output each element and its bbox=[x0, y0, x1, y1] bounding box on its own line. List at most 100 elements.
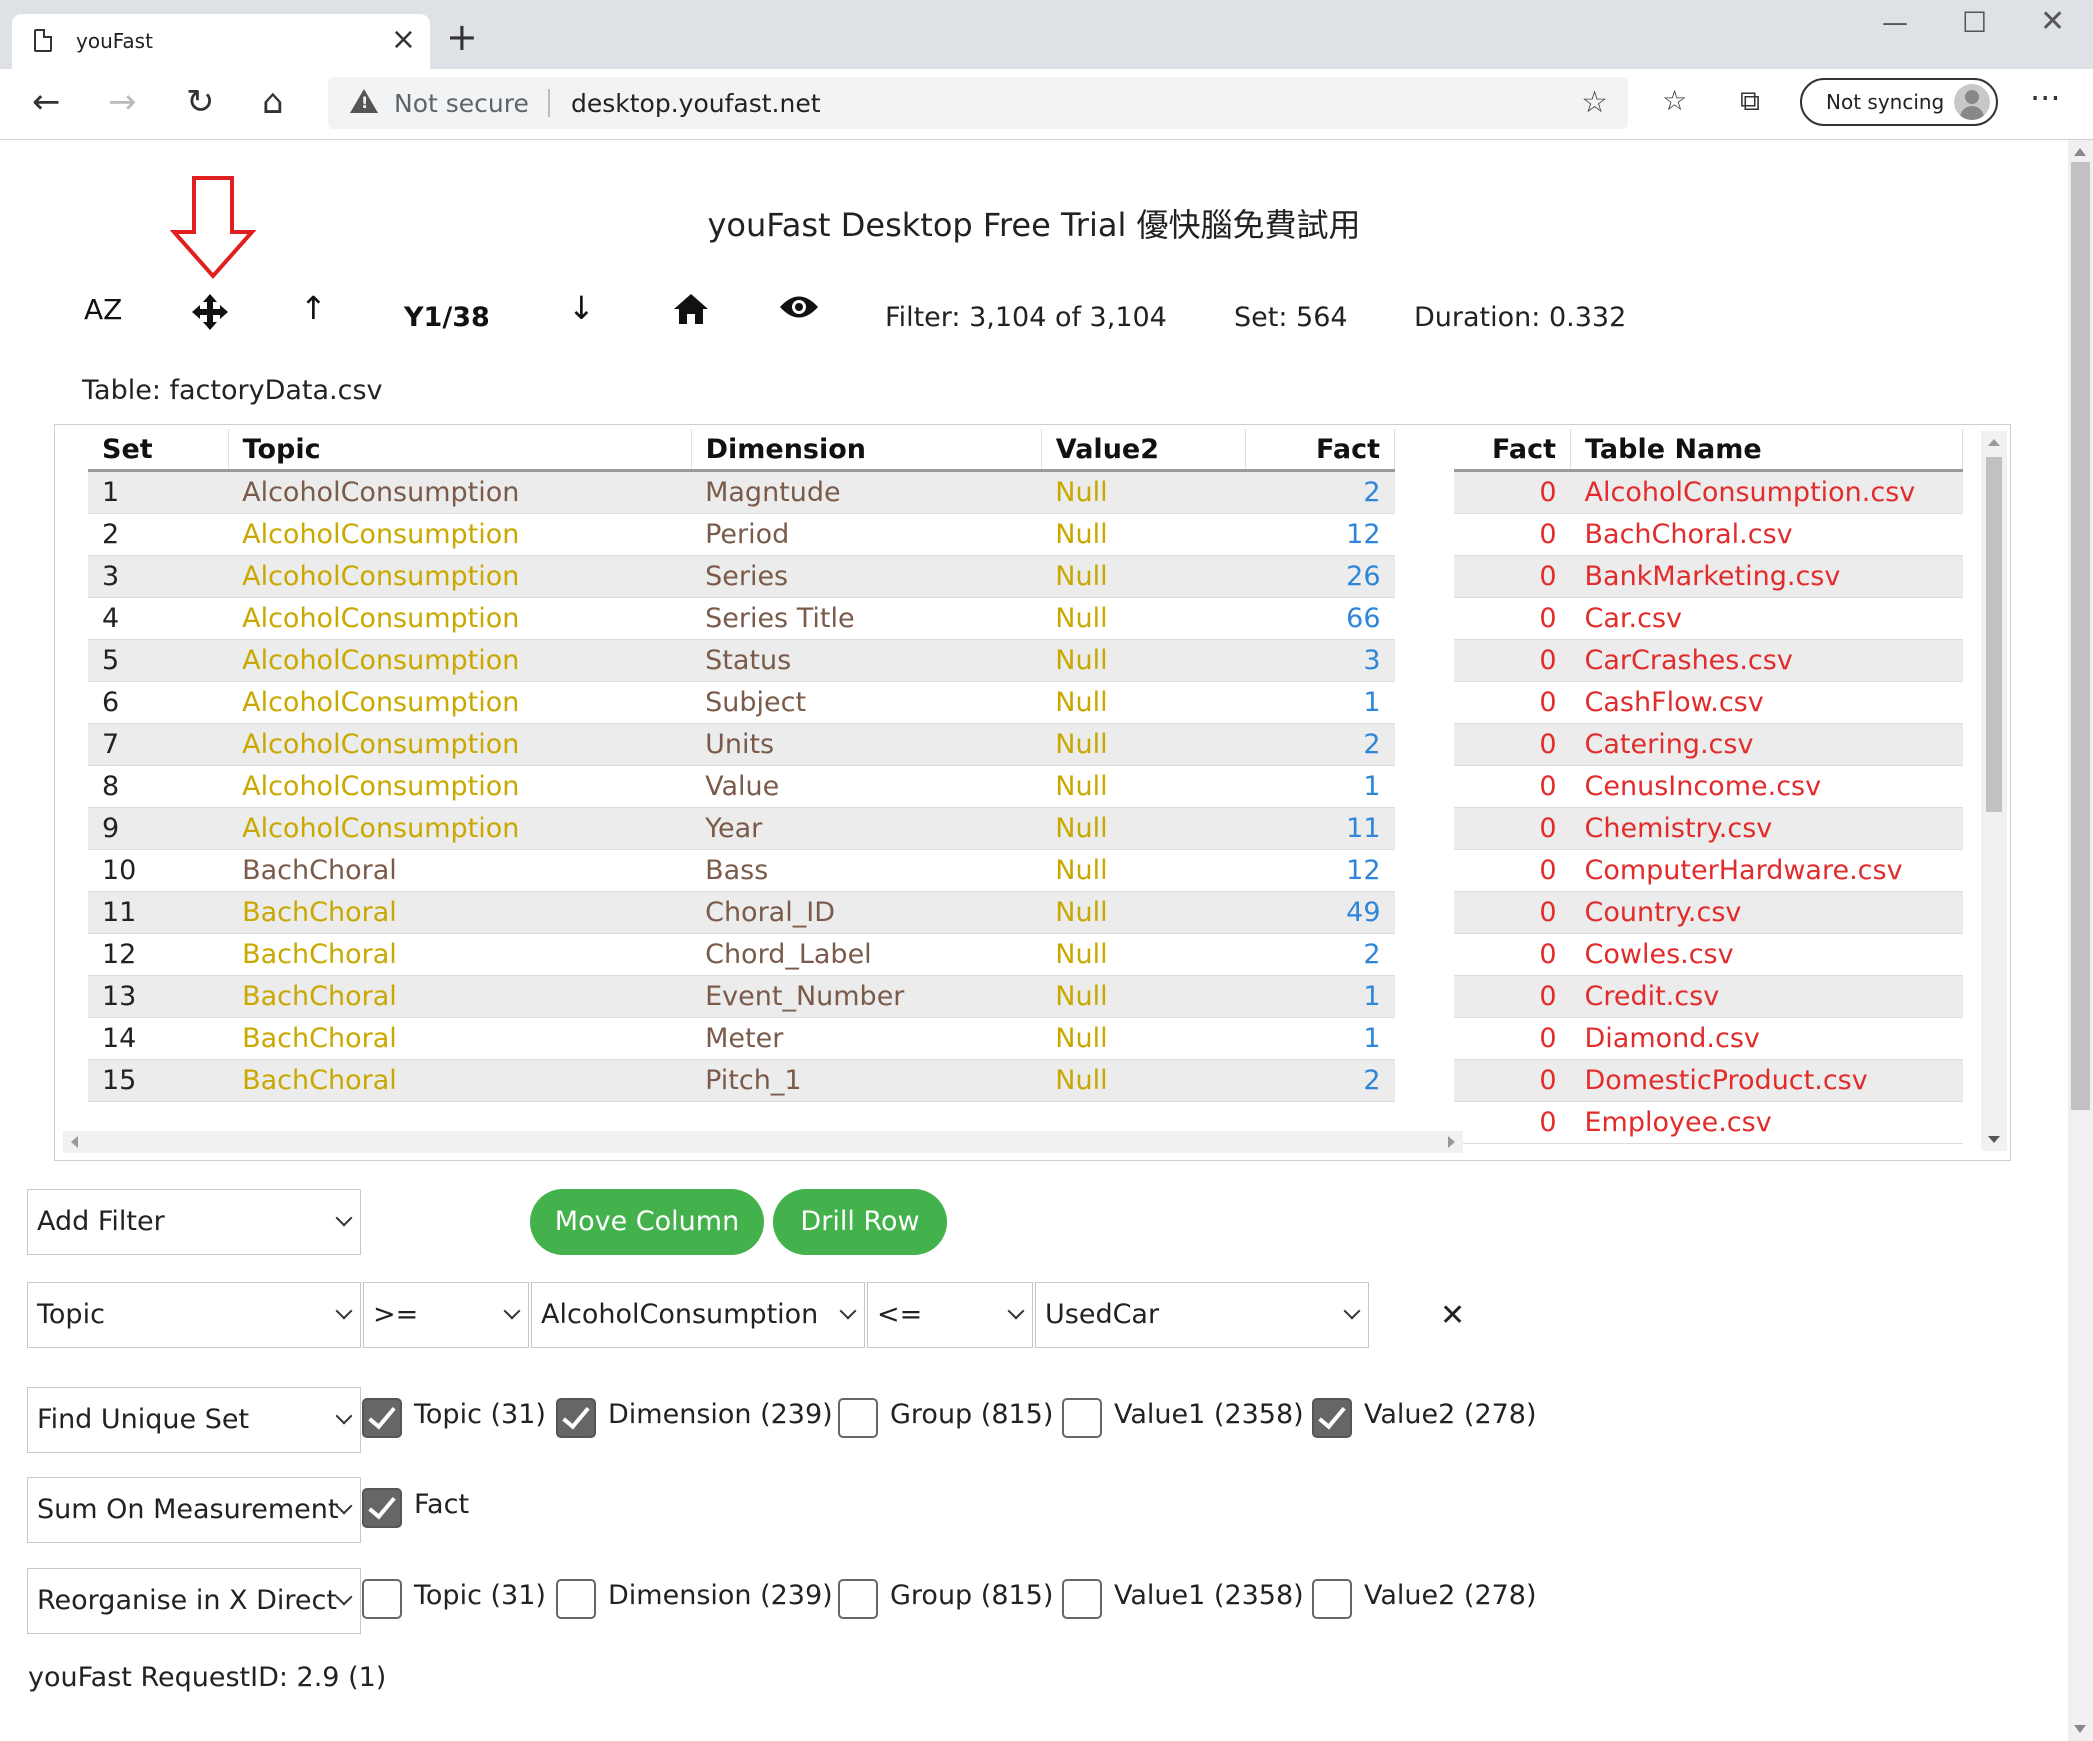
scroll-up-icon[interactable] bbox=[1988, 439, 2000, 446]
cell-fact[interactable]: 2 bbox=[1245, 723, 1395, 766]
checkbox-label[interactable]: Fact bbox=[414, 1489, 469, 1520]
scroll-down-icon[interactable] bbox=[2074, 1725, 2086, 1733]
cell-set[interactable]: 13 bbox=[88, 975, 229, 1018]
cell-fact[interactable]: 2 bbox=[1245, 1059, 1395, 1102]
browser-tab[interactable]: youFast × bbox=[12, 14, 430, 69]
cell-fact[interactable]: 0 bbox=[1454, 513, 1571, 556]
sort-az-icon[interactable]: AZ bbox=[84, 296, 122, 324]
checkbox-label[interactable]: Dimension (239) bbox=[608, 1580, 833, 1611]
scrollbar-thumb[interactable] bbox=[1986, 457, 2002, 812]
cell-dimension[interactable]: Year bbox=[691, 807, 1042, 850]
cell-table-name[interactable]: Credit.csv bbox=[1570, 975, 1963, 1018]
cell-dimension[interactable]: Series bbox=[691, 555, 1042, 598]
table-row[interactable]: 0 Credit.csv bbox=[1454, 975, 1963, 1018]
table-row[interactable]: 0 BachChoral.csv bbox=[1454, 513, 1963, 556]
cell-value2[interactable]: Null bbox=[1041, 1017, 1246, 1060]
cell-fact[interactable]: 26 bbox=[1245, 555, 1395, 598]
cell-set[interactable]: 1 bbox=[88, 470, 229, 514]
cell-table-name[interactable]: Car.csv bbox=[1570, 597, 1963, 640]
table-row[interactable]: 4 AlcoholConsumption Series Title Null 66 bbox=[88, 597, 1395, 640]
table-row[interactable]: 0 BankMarketing.csv bbox=[1454, 555, 1963, 598]
table-row[interactable]: 0 Diamond.csv bbox=[1454, 1017, 1963, 1060]
table-row[interactable]: 0 DomesticProduct.csv bbox=[1454, 1059, 1963, 1102]
cell-dimension[interactable]: Meter bbox=[691, 1017, 1042, 1060]
table-row[interactable]: 8 AlcoholConsumption Value Null 1 bbox=[88, 765, 1395, 808]
cell-topic[interactable]: BachChoral bbox=[228, 975, 692, 1018]
more-menu-icon[interactable]: ··· bbox=[2030, 79, 2061, 117]
operator-from-select[interactable]: >= bbox=[363, 1282, 529, 1348]
minimize-icon[interactable]: — bbox=[1882, 8, 1908, 38]
table-row[interactable]: 6 AlcoholConsumption Subject Null 1 bbox=[88, 681, 1395, 724]
cell-value2[interactable]: Null bbox=[1041, 513, 1246, 556]
cell-dimension[interactable]: Units bbox=[691, 723, 1042, 766]
checkbox[interactable] bbox=[1312, 1579, 1352, 1619]
cell-table-name[interactable]: Cowles.csv bbox=[1570, 933, 1963, 976]
cell-dimension[interactable]: Period bbox=[691, 513, 1042, 556]
checkbox-label[interactable]: Dimension (239) bbox=[608, 1399, 833, 1430]
cell-fact[interactable]: 0 bbox=[1454, 470, 1571, 514]
cell-value2[interactable]: Null bbox=[1041, 975, 1246, 1018]
checkbox[interactable] bbox=[362, 1398, 402, 1438]
cell-fact[interactable]: 0 bbox=[1454, 975, 1571, 1018]
checkbox-label[interactable]: Value2 (278) bbox=[1364, 1580, 1537, 1611]
cell-table-name[interactable]: CashFlow.csv bbox=[1570, 681, 1963, 724]
cell-value2[interactable]: Null bbox=[1041, 933, 1246, 976]
cell-table-name[interactable]: AlcoholConsumption.csv bbox=[1570, 470, 1963, 514]
cell-dimension[interactable]: Subject bbox=[691, 681, 1042, 724]
cell-topic[interactable]: AlcoholConsumption bbox=[228, 681, 692, 724]
cell-table-name[interactable]: DomesticProduct.csv bbox=[1570, 1059, 1963, 1102]
column-header-fact[interactable]: Fact bbox=[1454, 429, 1571, 472]
profile-sync-button[interactable]: Not syncing bbox=[1800, 78, 1998, 126]
table-row[interactable]: 0 ComputerHardware.csv bbox=[1454, 849, 1963, 892]
checkbox-label[interactable]: Group (815) bbox=[890, 1580, 1053, 1611]
forward-icon[interactable]: → bbox=[108, 85, 137, 119]
remove-filter-icon[interactable]: ✕ bbox=[1440, 1298, 1465, 1333]
maximize-icon[interactable]: ☐ bbox=[1962, 6, 1987, 39]
checkbox[interactable] bbox=[556, 1398, 596, 1438]
table-row[interactable]: 0 Country.csv bbox=[1454, 891, 1963, 934]
cell-fact[interactable]: 0 bbox=[1454, 555, 1571, 598]
cell-dimension[interactable]: Value bbox=[691, 765, 1042, 808]
checkbox[interactable] bbox=[556, 1579, 596, 1619]
cell-topic[interactable]: AlcoholConsumption bbox=[228, 555, 692, 598]
cell-fact[interactable]: 0 bbox=[1454, 681, 1571, 724]
cell-value2[interactable]: Null bbox=[1041, 807, 1246, 850]
cell-table-name[interactable]: BachChoral.csv bbox=[1570, 513, 1963, 556]
column-header-table-name[interactable]: Table Name bbox=[1570, 429, 1963, 472]
cell-value2[interactable]: Null bbox=[1041, 681, 1246, 724]
cell-dimension[interactable]: Bass bbox=[691, 849, 1042, 892]
cell-fact[interactable]: 11 bbox=[1245, 807, 1395, 850]
scroll-up-icon[interactable] bbox=[2074, 148, 2086, 156]
scroll-left-icon[interactable] bbox=[71, 1136, 78, 1148]
cell-table-name[interactable]: Chemistry.csv bbox=[1570, 807, 1963, 850]
cell-set[interactable]: 12 bbox=[88, 933, 229, 976]
cell-topic[interactable]: BachChoral bbox=[228, 849, 692, 892]
checkbox-label[interactable]: Value2 (278) bbox=[1364, 1399, 1537, 1430]
cell-fact[interactable]: 0 bbox=[1454, 1101, 1571, 1144]
cell-value2[interactable]: Null bbox=[1041, 723, 1246, 766]
cell-topic[interactable]: BachChoral bbox=[228, 1059, 692, 1102]
operator-to-select[interactable]: <= bbox=[867, 1282, 1033, 1348]
cell-topic[interactable]: AlcoholConsumption bbox=[228, 470, 692, 514]
cell-value2[interactable]: Null bbox=[1041, 597, 1246, 640]
vertical-scrollbar[interactable] bbox=[1981, 431, 2007, 1151]
table-row[interactable]: 15 BachChoral Pitch_1 Null 2 bbox=[88, 1059, 1395, 1102]
cell-set[interactable]: 8 bbox=[88, 765, 229, 808]
cell-fact[interactable]: 0 bbox=[1454, 723, 1571, 766]
cell-dimension[interactable]: Status bbox=[691, 639, 1042, 682]
cell-table-name[interactable]: CenusIncome.csv bbox=[1570, 765, 1963, 808]
cell-dimension[interactable]: Choral_ID bbox=[691, 891, 1042, 934]
add-filter-select[interactable]: Add Filter bbox=[27, 1189, 361, 1255]
column-header-topic[interactable]: Topic bbox=[228, 429, 692, 472]
cell-value2[interactable]: Null bbox=[1041, 891, 1246, 934]
cell-fact[interactable]: 1 bbox=[1245, 1017, 1395, 1060]
add-favorite-icon[interactable]: ☆ bbox=[1581, 85, 1608, 120]
checkbox[interactable] bbox=[1312, 1398, 1352, 1438]
column-header-set[interactable]: Set bbox=[88, 429, 229, 472]
checkbox[interactable] bbox=[1062, 1579, 1102, 1619]
cell-table-name[interactable]: CarCrashes.csv bbox=[1570, 639, 1963, 682]
cell-value2[interactable]: Null bbox=[1041, 765, 1246, 808]
cell-value2[interactable]: Null bbox=[1041, 470, 1246, 514]
table-row[interactable]: 0 Cowles.csv bbox=[1454, 933, 1963, 976]
table-row[interactable]: 0 Catering.csv bbox=[1454, 723, 1963, 766]
